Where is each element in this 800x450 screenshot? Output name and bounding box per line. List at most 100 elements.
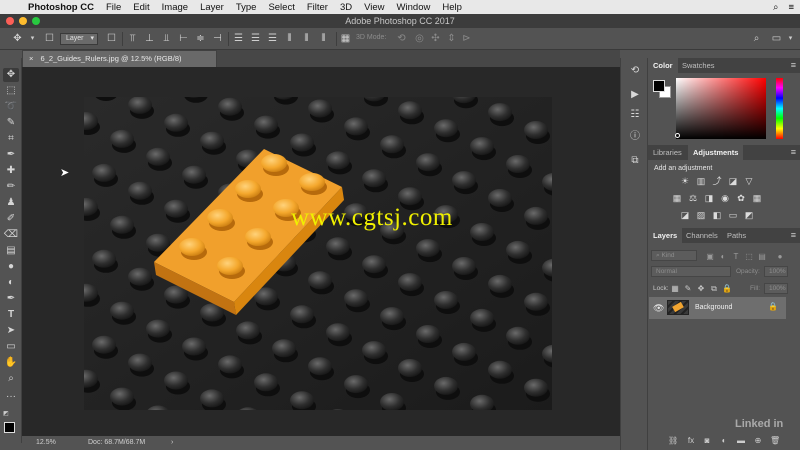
foreground-color-swatch[interactable] xyxy=(4,422,15,433)
delete-layer-icon[interactable]: 🗑 xyxy=(770,436,780,446)
opacity-field[interactable]: 100% xyxy=(764,266,788,277)
tab-libraries[interactable]: Libraries xyxy=(648,145,687,160)
document-tab[interactable]: × 6_2_Guides_Rulers.jpg @ 12.5% (RGB/8) xyxy=(22,50,217,67)
new-group-icon[interactable]: ▬ xyxy=(736,436,746,446)
gradient-map-icon[interactable]: ▭ xyxy=(728,210,738,220)
color-picker-field[interactable] xyxy=(676,78,766,139)
tab-adjustments[interactable]: Adjustments xyxy=(688,145,744,160)
minimize-window-button[interactable] xyxy=(19,17,27,25)
document-image[interactable] xyxy=(84,97,552,410)
align-left-icon[interactable]: ⊢ xyxy=(178,33,189,44)
distribute-right-icon[interactable]: ⦀ xyxy=(318,33,329,44)
distribute-horizontal-center-icon[interactable]: ⦀ xyxy=(301,33,312,44)
quick-selection-tool-icon[interactable]: ✎ xyxy=(3,116,19,130)
info-panel-icon[interactable]: ⓘ xyxy=(628,130,642,144)
brightness-contrast-icon[interactable]: ☀ xyxy=(680,176,690,186)
auto-align-layers-icon[interactable]: ▦ xyxy=(340,33,351,44)
zoom-tool-icon[interactable]: ⌕ xyxy=(3,372,19,386)
menu-help[interactable]: Help xyxy=(442,2,462,13)
posterize-icon[interactable]: ▨ xyxy=(696,210,706,220)
hand-tool-icon[interactable]: ✋ xyxy=(3,356,19,370)
3d-scale-icon[interactable]: ⊳ xyxy=(461,33,472,44)
visibility-eye-icon[interactable]: 👁 xyxy=(653,303,664,314)
type-tool-icon[interactable]: T xyxy=(3,308,19,322)
more-tools-icon[interactable]: ··· xyxy=(3,390,19,404)
path-selection-tool-icon[interactable]: ➤ xyxy=(3,324,19,338)
pixel-layer-filter-icon[interactable]: ▣ xyxy=(705,252,715,262)
align-right-icon[interactable]: ⊣ xyxy=(212,33,223,44)
distribute-left-icon[interactable]: ⦀ xyxy=(284,33,295,44)
channel-mixer-icon[interactable]: ✿ xyxy=(736,193,746,203)
3d-roll-icon[interactable]: ◎ xyxy=(414,33,425,44)
crop-tool-icon[interactable]: ⌗ xyxy=(3,132,19,146)
layer-filter-kind-dropdown[interactable]: ⌕ Kind xyxy=(651,250,697,261)
fill-field[interactable]: 100% xyxy=(764,283,788,294)
3d-orbit-icon[interactable]: ⟲ xyxy=(396,33,407,44)
history-panel-icon[interactable]: ⟲ xyxy=(628,64,642,78)
distribute-vertical-center-icon[interactable]: ☰ xyxy=(250,33,261,44)
3d-slide-icon[interactable]: ⇕ xyxy=(446,33,457,44)
show-transform-controls-icon[interactable]: ☐ xyxy=(106,33,117,44)
gradient-tool-icon[interactable]: ▤ xyxy=(3,244,19,258)
black-white-icon[interactable]: ◨ xyxy=(704,193,714,203)
status-menu-arrow[interactable]: › xyxy=(171,436,173,450)
exposure-icon[interactable]: ◪ xyxy=(728,176,738,186)
photo-filter-icon[interactable]: ◉ xyxy=(720,193,730,203)
menu-app-name[interactable]: Photoshop CC xyxy=(28,2,94,13)
type-layer-filter-icon[interactable]: T xyxy=(731,252,741,262)
menu-image[interactable]: Image xyxy=(162,2,188,13)
menu-file[interactable]: File xyxy=(106,2,121,13)
new-adjustment-layer-icon[interactable]: ◐ xyxy=(719,436,729,446)
add-layer-mask-icon[interactable]: ◙ xyxy=(702,436,712,446)
shape-layer-filter-icon[interactable]: ⬚ xyxy=(744,252,754,262)
actions-panel-icon[interactable]: ▶ xyxy=(628,88,642,102)
link-layers-icon[interactable]: ⛓ xyxy=(668,436,678,446)
close-tab-icon[interactable]: × xyxy=(29,54,33,63)
lock-position-icon[interactable]: ✥ xyxy=(696,284,706,294)
eyedropper-tool-icon[interactable]: ✒ xyxy=(3,148,19,162)
menu-list-icon[interactable]: ≡ xyxy=(788,2,794,13)
move-tool-icon[interactable]: ✥ xyxy=(12,33,23,44)
smart-object-filter-icon[interactable]: ▤ xyxy=(757,252,767,262)
marquee-tool-icon[interactable]: ⬚ xyxy=(3,84,19,98)
3d-pan-icon[interactable]: ✣ xyxy=(430,33,441,44)
tab-swatches[interactable]: Swatches xyxy=(677,58,720,73)
foreground-color-swatch[interactable] xyxy=(653,80,665,92)
zoom-window-button[interactable] xyxy=(32,17,40,25)
lasso-tool-icon[interactable]: ➰ xyxy=(3,100,19,114)
align-top-icon[interactable]: ⫪ xyxy=(127,33,138,44)
panel-menu-icon[interactable]: ≡ xyxy=(791,145,796,160)
menu-window[interactable]: Window xyxy=(397,2,431,13)
color-balance-icon[interactable]: ⚖ xyxy=(688,193,698,203)
selective-color-icon[interactable]: ◩ xyxy=(744,210,754,220)
align-bottom-icon[interactable]: ⫫ xyxy=(161,33,172,44)
panel-menu-icon[interactable]: ≡ xyxy=(791,228,796,243)
lock-all-icon[interactable]: 🔒 xyxy=(722,284,732,294)
history-brush-tool-icon[interactable]: ✐ xyxy=(3,212,19,226)
navigator-panel-icon[interactable]: ⧉ xyxy=(628,154,642,168)
rectangle-tool-icon[interactable]: ▭ xyxy=(3,340,19,354)
tab-channels[interactable]: Channels xyxy=(681,228,723,243)
distribute-bottom-icon[interactable]: ☰ xyxy=(267,33,278,44)
curves-icon[interactable]: ⤴ xyxy=(712,176,722,186)
lock-transparent-pixels-icon[interactable]: ▦ xyxy=(670,284,680,294)
tab-layers[interactable]: Layers xyxy=(648,228,683,243)
move-tool-icon[interactable]: ✥ xyxy=(3,68,19,82)
menu-edit[interactable]: Edit xyxy=(133,2,149,13)
menu-3d[interactable]: 3D xyxy=(340,2,352,13)
tool-preset-dropdown-icon[interactable]: ▾ xyxy=(27,33,38,44)
filter-toggle-icon[interactable]: ● xyxy=(775,252,785,262)
eraser-tool-icon[interactable]: ⌫ xyxy=(3,228,19,242)
levels-icon[interactable]: ▥ xyxy=(696,176,706,186)
menu-type[interactable]: Type xyxy=(236,2,257,13)
spotlight-search-icon[interactable]: ⌕ xyxy=(773,2,778,13)
align-horizontal-center-icon[interactable]: ≑ xyxy=(195,33,206,44)
clone-stamp-tool-icon[interactable]: ♟ xyxy=(3,196,19,210)
new-layer-icon[interactable]: ⊕ xyxy=(753,436,763,446)
vibrance-icon[interactable]: ▽ xyxy=(744,176,754,186)
pen-tool-icon[interactable]: ✒ xyxy=(3,292,19,306)
hue-slider[interactable] xyxy=(776,78,783,139)
color-picker-handle[interactable] xyxy=(675,133,680,138)
lock-artboard-icon[interactable]: ⧉ xyxy=(709,284,719,294)
hue-saturation-icon[interactable]: ▦ xyxy=(672,193,682,203)
